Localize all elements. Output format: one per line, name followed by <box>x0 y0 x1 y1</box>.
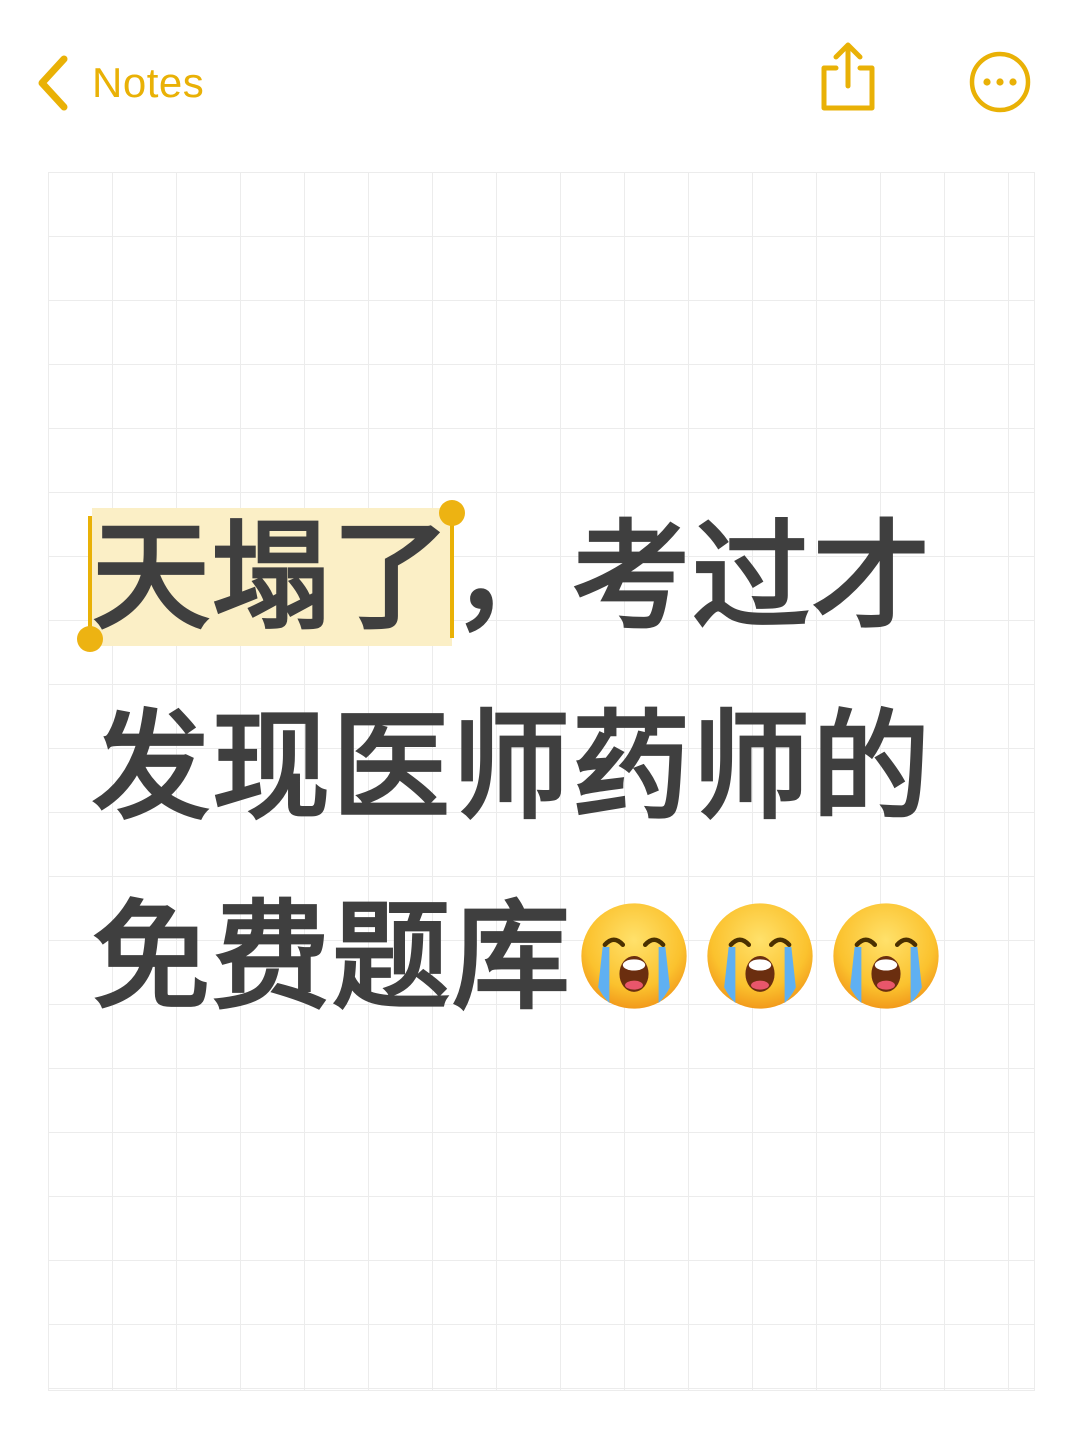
back-label: Notes <box>92 59 205 106</box>
selected-text[interactable]: 天塌了 <box>77 500 466 652</box>
selection-end-caret[interactable] <box>450 514 455 638</box>
selection-end-handle[interactable] <box>439 500 466 526</box>
selection-start-handle[interactable] <box>77 626 103 652</box>
note-line-3: 免费题库 <box>92 862 1032 1052</box>
more-button[interactable] <box>968 50 1032 114</box>
note-line-2: 发现医师药师的 <box>92 698 933 836</box>
more-ellipsis-icon <box>968 51 1032 118</box>
share-icon <box>816 42 880 118</box>
note-line-1-rest: ，考过才 <box>452 508 933 646</box>
back-button[interactable]: Notes <box>36 50 204 116</box>
note-body[interactable]: 天塌了 ，考过才 发现医师药师的 免费题库 <box>77 482 1032 1052</box>
note-line-1: 天塌了 ，考过才 <box>77 482 1032 672</box>
notes-page: Notes 天塌了 ，考过才 发现医师药师的 免费题库 <box>0 0 1080 1440</box>
chevron-left-icon <box>36 55 70 111</box>
loudly-crying-face-icon <box>581 903 687 1009</box>
note-line-3-text: 免费题库 <box>92 888 573 1026</box>
loudly-crying-face-icon <box>833 903 939 1009</box>
loudly-crying-face-icon <box>707 903 813 1009</box>
top-toolbar: Notes <box>0 0 1080 160</box>
selection-start-caret[interactable] <box>88 516 92 640</box>
share-button[interactable] <box>816 40 880 114</box>
